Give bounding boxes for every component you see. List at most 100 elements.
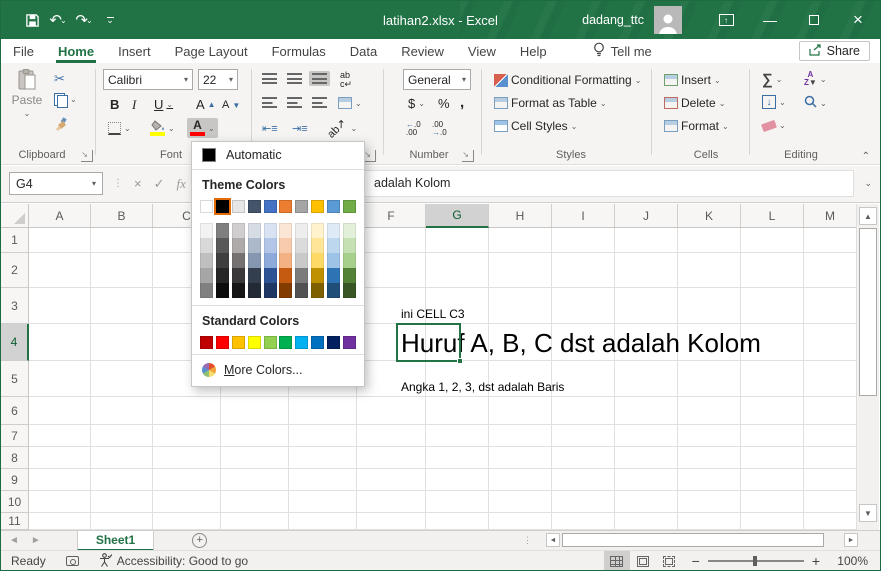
cell-E9[interactable] <box>289 469 357 491</box>
cell-K9[interactable] <box>678 469 741 491</box>
row-header-11[interactable]: 11 <box>1 513 29 530</box>
cell-L8[interactable] <box>741 447 804 469</box>
cell-I2[interactable] <box>552 253 615 288</box>
row-header-2[interactable]: 2 <box>1 253 29 288</box>
cell-B3[interactable] <box>91 288 153 324</box>
automatic-color-item[interactable]: Automatic <box>192 142 364 168</box>
cell-F11[interactable] <box>357 513 426 530</box>
variant-swatch-D9D9D9[interactable] <box>200 238 213 253</box>
variant-swatch-EDEDED[interactable] <box>295 223 309 238</box>
redo-button[interactable]: ↷ ⌄ <box>73 7 95 33</box>
cell-B9[interactable] <box>91 469 153 491</box>
redo-dropdown-icon[interactable]: ⌄ <box>86 16 93 25</box>
cell-F3[interactable] <box>357 288 426 324</box>
font-name-combo[interactable]: Calibri ▾ <box>103 69 193 90</box>
insert-cells-button[interactable]: Insert ⌄ <box>661 71 724 89</box>
orientation-button[interactable]: ab↗ ⌄ <box>323 117 360 141</box>
tab-scroll-splitter[interactable]: ⋮ <box>523 535 532 546</box>
variant-swatch-1F4E79[interactable] <box>327 283 340 298</box>
align-center-button[interactable] <box>284 95 305 110</box>
cell-J8[interactable] <box>615 447 678 469</box>
cell-I5[interactable] <box>552 361 615 397</box>
cell-M1[interactable] <box>804 228 857 253</box>
cell-M5[interactable] <box>804 361 857 397</box>
sheet-next-icon[interactable]: ► <box>23 535 49 546</box>
variant-swatch-8496B0[interactable] <box>247 253 261 268</box>
column-header-I[interactable]: I <box>552 204 615 228</box>
cell-A2[interactable] <box>29 253 91 288</box>
cell-F10[interactable] <box>357 491 426 513</box>
standard-color-swatch-FFFF00[interactable] <box>247 336 261 349</box>
column-header-L[interactable]: L <box>741 204 804 228</box>
standard-color-swatch-FFC000[interactable] <box>231 336 245 349</box>
cell-I3[interactable] <box>552 288 615 324</box>
variant-swatch-7F7F7F[interactable] <box>215 223 229 238</box>
cell-B8[interactable] <box>91 447 153 469</box>
cell-A7[interactable] <box>29 425 91 447</box>
align-top-button[interactable] <box>259 71 280 86</box>
decrease-indent-button[interactable]: ⇤≡ <box>259 120 281 137</box>
cell-K8[interactable] <box>678 447 741 469</box>
cell-J4[interactable] <box>615 324 678 361</box>
scroll-left-icon[interactable]: ◄ <box>546 533 560 547</box>
clear-button[interactable]: ⌄ <box>759 119 789 132</box>
variant-swatch-BF9000[interactable] <box>311 268 325 283</box>
theme-color-swatch-4472C4[interactable] <box>263 200 277 213</box>
close-button[interactable]: × <box>836 1 880 39</box>
row-header-8[interactable]: 8 <box>1 447 29 469</box>
number-dialog-launcher[interactable]: ↘ <box>462 150 474 162</box>
cell-A9[interactable] <box>29 469 91 491</box>
cell-K5[interactable] <box>678 361 741 397</box>
variant-swatch-3F3F3F[interactable] <box>215 253 229 268</box>
align-right-button[interactable] <box>309 95 330 110</box>
cell-A5[interactable] <box>29 361 91 397</box>
save-icon[interactable] <box>21 7 43 33</box>
cell-B10[interactable] <box>91 491 153 513</box>
cell-M10[interactable] <box>804 491 857 513</box>
increase-font-button[interactable]: A ▲ <box>193 95 219 114</box>
standard-color-swatch-C00000[interactable] <box>200 336 213 349</box>
cell-C9[interactable] <box>153 469 221 491</box>
variant-swatch-A8D08D[interactable] <box>342 253 356 268</box>
cell-A3[interactable] <box>29 288 91 324</box>
column-header-M[interactable]: M <box>804 204 857 228</box>
page-break-view-button[interactable] <box>656 551 682 570</box>
standard-color-swatch-002060[interactable] <box>327 336 340 349</box>
underline-dropdown-icon[interactable]: ⌄ <box>166 100 173 109</box>
decrease-font-button[interactable]: A ▼ <box>219 97 243 113</box>
cell-D9[interactable] <box>221 469 289 491</box>
cell-M7[interactable] <box>804 425 857 447</box>
cell-M9[interactable] <box>804 469 857 491</box>
variant-swatch-E2EFD9[interactable] <box>342 223 356 238</box>
cell-K10[interactable] <box>678 491 741 513</box>
variant-swatch-BFBFBF[interactable] <box>200 253 213 268</box>
row-header-4[interactable]: 4 <box>1 324 29 361</box>
tab-review[interactable]: Review <box>389 39 456 63</box>
cell-A8[interactable] <box>29 447 91 469</box>
cell-K3[interactable] <box>678 288 741 324</box>
variant-swatch-2F5496[interactable] <box>263 268 277 283</box>
cell-F6[interactable] <box>357 397 426 425</box>
theme-color-swatch-E7E6E6[interactable] <box>231 200 245 213</box>
avatar[interactable] <box>654 6 682 34</box>
cell-H8[interactable] <box>489 447 552 469</box>
cut-button[interactable]: ✂ <box>51 69 68 89</box>
variant-swatch-D0CECE[interactable] <box>231 223 245 238</box>
cell-D7[interactable] <box>221 425 289 447</box>
formula-bar-expand-icon[interactable]: ⌄ <box>864 178 872 189</box>
cell-K4[interactable] <box>678 324 741 361</box>
increase-decimal-button[interactable]: ←.0.00 <box>403 119 424 139</box>
merge-dropdown-icon[interactable]: ⌄ <box>355 99 362 108</box>
variant-swatch-FFD965[interactable] <box>311 253 325 268</box>
cell-E8[interactable] <box>289 447 357 469</box>
cell-styles-button[interactable]: Cell Styles ⌄ <box>491 117 580 135</box>
more-colors-item[interactable]: More Colors... <box>192 356 364 384</box>
autosum-dropdown-icon[interactable]: ⌄ <box>776 75 783 84</box>
variant-swatch-1F3864[interactable] <box>263 283 277 298</box>
variant-swatch-262626[interactable] <box>215 268 229 283</box>
zoom-slider[interactable] <box>707 556 804 566</box>
cancel-icon[interactable]: × <box>134 176 142 191</box>
variant-swatch-AEAAAA[interactable] <box>231 238 245 253</box>
theme-color-swatch-5B9BD5[interactable] <box>327 200 340 213</box>
align-middle-button[interactable] <box>284 71 305 86</box>
